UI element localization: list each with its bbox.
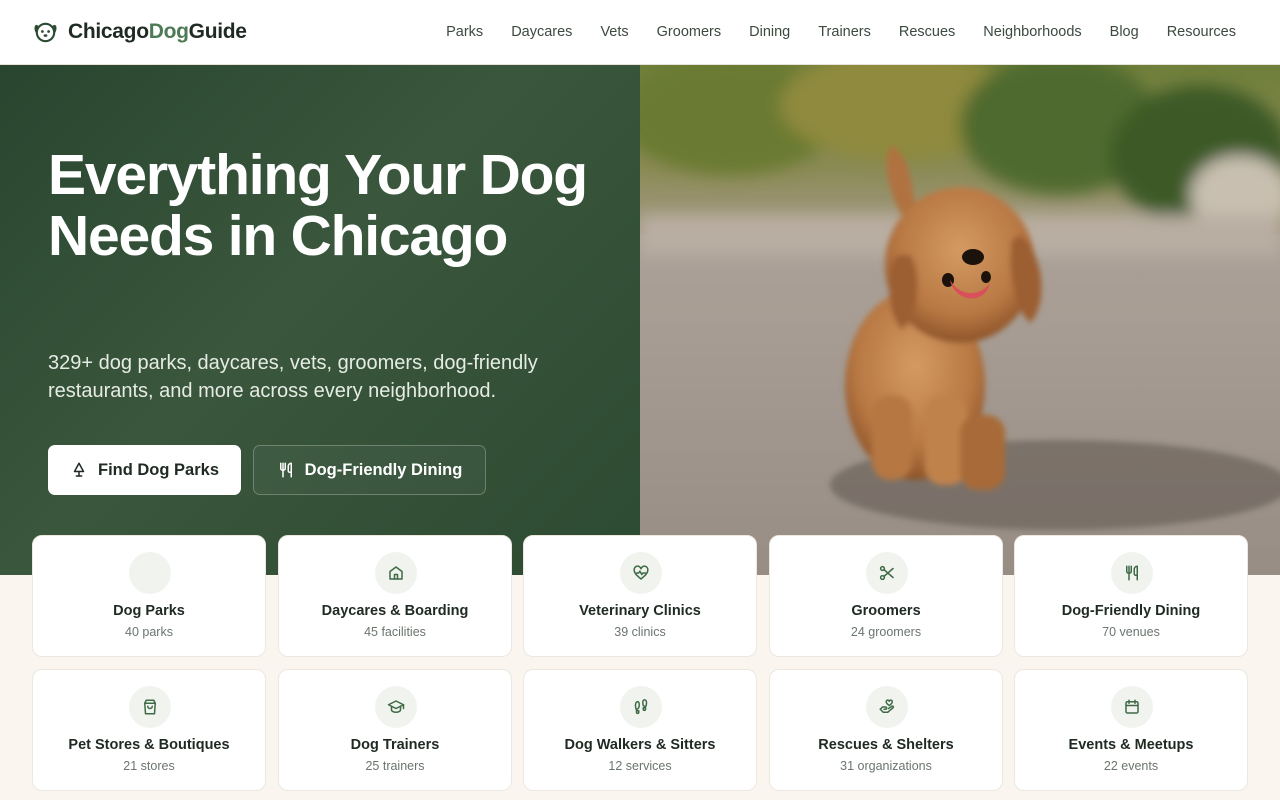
hand-heart-icon	[879, 699, 895, 713]
card-title: Dog Walkers & Sitters	[564, 737, 716, 753]
card-count: 21 stores	[123, 759, 175, 773]
card-title: Events & Meetups	[1068, 737, 1194, 753]
category-card-dog-parks[interactable]: Dog Parks 40 parks	[32, 535, 266, 657]
card-title: Pet Stores & Boutiques	[68, 737, 230, 753]
card-title: Daycares & Boarding	[321, 603, 469, 619]
nav-link-groomers[interactable]: Groomers	[657, 24, 721, 40]
find-dog-parks-label: Find Dog Parks	[97, 460, 220, 479]
category-card-daycares[interactable]: Daycares & Boarding 45 facilities	[278, 535, 512, 657]
card-icon-badge	[1111, 686, 1153, 728]
card-count: 22 events	[1103, 759, 1159, 773]
card-icon-badge	[129, 552, 171, 594]
card-title: Veterinary Clinics	[579, 603, 701, 619]
nav-link-blog[interactable]: Blog	[1110, 24, 1139, 40]
logo-text-dog: Dog	[148, 19, 189, 43]
utensils-icon	[1126, 565, 1138, 581]
puppy-photo-graphic	[640, 65, 1280, 575]
card-icon-badge	[375, 686, 417, 728]
logo-text-chicago: Chicago	[68, 19, 149, 43]
logo-text: ChicagoDogGuide	[68, 20, 247, 44]
nav-link-vets[interactable]: Vets	[600, 24, 628, 40]
card-icon-badge	[866, 552, 908, 594]
card-count: 25 trainers	[365, 759, 425, 773]
utensils-icon	[279, 462, 292, 478]
card-icon-badge	[375, 552, 417, 594]
category-card-trainers[interactable]: Dog Trainers 25 trainers	[278, 669, 512, 791]
card-icon-badge	[866, 686, 908, 728]
shopping-bag-icon	[144, 699, 156, 715]
hero-panel: Everything Your Dog Needs in Chicago 329…	[0, 65, 640, 575]
nav-link-resources[interactable]: Resources	[1167, 24, 1236, 40]
card-title: Groomers	[851, 603, 921, 619]
hero-subtitle: 329+ dog parks, daycares, vets, groomers…	[48, 352, 538, 402]
heart-pulse-icon	[633, 565, 649, 580]
card-icon-badge	[1111, 552, 1153, 594]
dog-friendly-dining-button[interactable]: Dog-Friendly Dining	[253, 445, 486, 495]
logo-text-guide: Guide	[188, 19, 247, 43]
card-title: Dog Trainers	[350, 737, 440, 753]
puppy-photo	[640, 65, 1280, 575]
calendar-icon	[1125, 699, 1139, 714]
category-card-events[interactable]: Events & Meetups 22 events	[1014, 669, 1248, 791]
tree-icon	[73, 462, 85, 477]
card-icon-badge	[620, 552, 662, 594]
card-count: 31 organizations	[840, 759, 932, 773]
card-count: 12 services	[608, 759, 672, 773]
category-card-groomers[interactable]: Groomers 24 groomers	[769, 535, 1003, 657]
card-title: Rescues & Shelters	[818, 737, 954, 753]
dog-friendly-dining-label: Dog-Friendly Dining	[304, 460, 463, 479]
dog-face-icon	[34, 22, 57, 43]
category-card-vets[interactable]: Veterinary Clinics 39 clinics	[523, 535, 757, 657]
card-icon-badge	[129, 686, 171, 728]
card-title: Dog Parks	[113, 603, 185, 619]
nav-link-rescues[interactable]: Rescues	[899, 24, 955, 40]
find-dog-parks-button[interactable]: Find Dog Parks	[48, 445, 241, 495]
main-nav: Parks Daycares Vets Groomers Dining Trai…	[446, 0, 1236, 64]
card-count: 24 groomers	[850, 625, 922, 639]
category-card-dining[interactable]: Dog-Friendly Dining 70 venues	[1014, 535, 1248, 657]
card-icon-badge	[620, 686, 662, 728]
card-count: 45 facilities	[364, 625, 426, 639]
category-card-walkers[interactable]: Dog Walkers & Sitters 12 services	[523, 669, 757, 791]
hero-section: Everything Your Dog Needs in Chicago 329…	[0, 65, 1280, 575]
nav-link-daycares[interactable]: Daycares	[511, 24, 572, 40]
card-count: 40 parks	[125, 625, 173, 639]
site-header: ChicagoDogGuide Parks Daycares Vets Groo…	[0, 0, 1280, 65]
category-card-pet-stores[interactable]: Pet Stores & Boutiques 21 stores	[32, 669, 266, 791]
tree-icon	[141, 564, 159, 582]
nav-link-trainers[interactable]: Trainers	[818, 24, 871, 40]
nav-link-neighborhoods[interactable]: Neighborhoods	[983, 24, 1081, 40]
card-title: Dog-Friendly Dining	[1061, 603, 1201, 619]
category-card-rescues[interactable]: Rescues & Shelters 31 organizations	[769, 669, 1003, 791]
scissors-icon	[879, 565, 894, 581]
hero-title: Everything Your Dog Needs in Chicago	[48, 143, 588, 268]
house-icon	[389, 566, 403, 580]
card-count: 39 clinics	[614, 625, 666, 639]
nav-link-parks[interactable]: Parks	[446, 24, 483, 40]
nav-link-dining[interactable]: Dining	[749, 24, 790, 40]
site-logo[interactable]: ChicagoDogGuide	[32, 18, 247, 45]
footprints-icon	[634, 699, 648, 715]
graduation-cap-icon	[387, 700, 405, 713]
card-count: 70 venues	[1102, 625, 1160, 639]
